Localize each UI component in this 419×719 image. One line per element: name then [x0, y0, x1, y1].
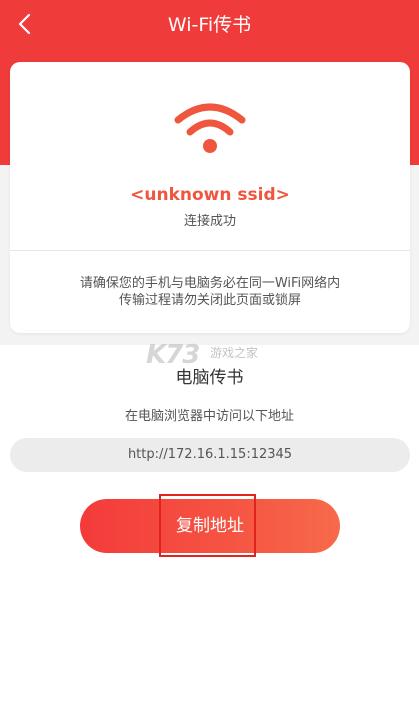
ssid-label: <unknown ssid>	[130, 185, 290, 205]
watermark-text: 游戏之家	[210, 346, 259, 360]
connection-status: 连接成功	[183, 214, 236, 229]
copy-address-label: 复制地址	[176, 516, 244, 536]
wifi-icon	[174, 103, 246, 153]
page-title: Wi-Fi传书	[167, 14, 252, 36]
connection-card: <unknown ssid> 连接成功 请确保您的手机与电脑务必在同一WiFi网…	[10, 62, 410, 333]
copy-address-button[interactable]: 复制地址	[80, 499, 340, 553]
section-title: 电脑传书	[175, 368, 244, 388]
address-field: http://172.16.1.15:12345	[10, 438, 410, 472]
notice-keep-screen-on: 传输过程请勿关闭此页面或锁屏	[118, 293, 301, 308]
instruction-text: 在电脑浏览器中访问以下地址	[124, 409, 294, 424]
card-divider	[10, 250, 410, 251]
